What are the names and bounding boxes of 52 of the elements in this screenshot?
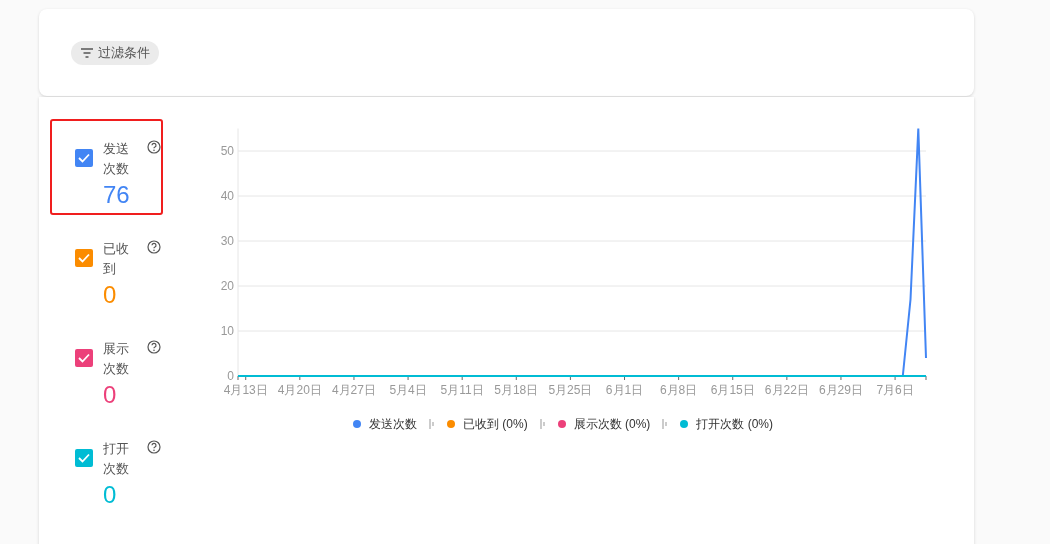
check-icon xyxy=(78,253,90,263)
x-tick-label: 7月6日 xyxy=(876,383,914,397)
x-tick-label: 5月18日 xyxy=(494,383,539,397)
filter-icon xyxy=(80,48,94,58)
y-tick-label: 40 xyxy=(220,189,234,203)
help-icon[interactable] xyxy=(147,340,161,354)
y-tick-label: 20 xyxy=(220,279,234,293)
x-tick-label: 5月4日 xyxy=(389,383,427,397)
x-tick-label: 6月29日 xyxy=(818,383,863,397)
filter-chip[interactable]: 过滤条件 xyxy=(71,41,159,65)
metric-label: 展示次数 xyxy=(103,340,130,378)
x-tick-label: 4月13日 xyxy=(223,383,268,397)
legend-label[interactable]: 打开次数 (0%) xyxy=(696,415,773,433)
help-icon[interactable] xyxy=(147,440,161,454)
metric-card[interactable]: 发送次数 76 xyxy=(50,119,163,215)
x-tick-label: 4月20日 xyxy=(277,383,322,397)
checkbox[interactable] xyxy=(75,149,93,167)
y-tick-label: 30 xyxy=(220,234,234,248)
legend-label[interactable]: 展示次数 (0%) xyxy=(573,415,651,433)
x-tick-label: 6月1日 xyxy=(605,383,644,397)
metric-item[interactable]: 已收到 0 xyxy=(50,219,163,315)
checkbox[interactable] xyxy=(75,349,93,367)
metric-value: 0 xyxy=(103,481,118,509)
checkbox[interactable] xyxy=(75,249,93,267)
x-tick-label: 4月27日 xyxy=(331,383,376,397)
separator-icon xyxy=(539,419,546,429)
check-icon xyxy=(78,153,90,163)
separator-icon xyxy=(662,419,669,429)
metric-label: 打开次数 xyxy=(103,440,130,478)
help-icon[interactable] xyxy=(147,240,161,254)
y-tick-label: 50 xyxy=(220,144,234,158)
x-tick-label: 6月8日 xyxy=(659,383,698,397)
legend-label[interactable]: 已收到 (0%) xyxy=(463,415,528,433)
y-tick-label: 10 xyxy=(220,324,234,338)
x-tick-label: 6月22日 xyxy=(764,383,809,397)
metric-item[interactable]: 打开次数 0 xyxy=(50,419,163,515)
x-tick-label: 6月15日 xyxy=(710,383,755,397)
check-icon xyxy=(78,453,90,463)
legend-label[interactable]: 发送次数 xyxy=(369,415,417,433)
metric-value: 76 xyxy=(103,181,131,209)
metric-label: 发送次数 xyxy=(103,140,130,178)
x-tick-label: 5月11日 xyxy=(440,383,484,397)
y-tick-label: 0 xyxy=(227,369,234,383)
metric-item[interactable]: 展示次数 0 xyxy=(50,319,163,415)
separator-icon xyxy=(429,419,435,429)
checkbox[interactable] xyxy=(75,449,93,467)
x-tick-label: 5月25日 xyxy=(548,383,593,397)
check-icon xyxy=(78,353,90,363)
metric-label: 已收到 xyxy=(103,240,130,278)
metric-value: 0 xyxy=(103,381,118,409)
help-icon[interactable] xyxy=(147,140,161,154)
metric-value: 0 xyxy=(103,281,118,309)
